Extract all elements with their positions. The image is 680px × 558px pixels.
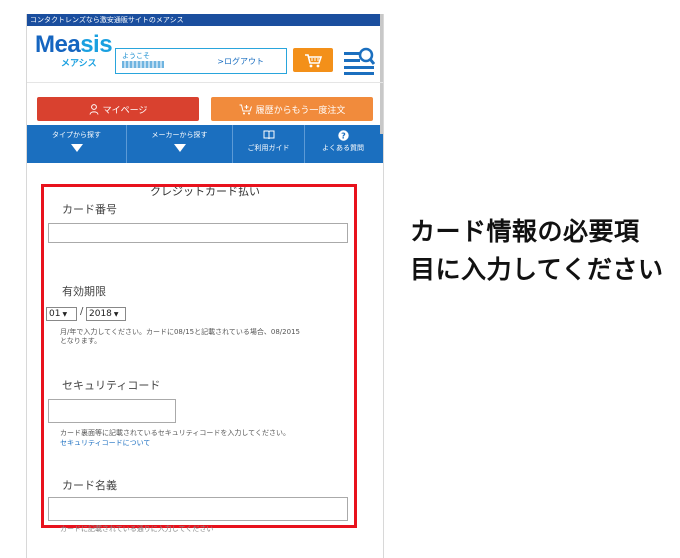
expiry-month-select[interactable]: 01 ▼ xyxy=(46,307,77,321)
nav-type-search[interactable]: タイプから探す xyxy=(27,125,127,163)
person-icon xyxy=(89,103,99,115)
triangle-down-icon xyxy=(173,144,186,152)
expiry-separator: / xyxy=(80,306,84,317)
category-nav: タイプから探す メーカーから探す ご利用ガイド ? よくある質問 xyxy=(27,125,383,163)
card-number-input[interactable] xyxy=(48,223,348,243)
top-banner: コンタクトレンズなら激安通販サイトのメアシス xyxy=(27,14,383,26)
logo-text: Mea xyxy=(35,31,81,58)
expiry-note-line2: となります。 xyxy=(60,337,102,345)
nav-maker-label: メーカーから探す xyxy=(151,131,208,139)
username-redacted xyxy=(122,61,164,68)
mypage-label: マイページ xyxy=(102,105,148,116)
security-code-input[interactable] xyxy=(48,399,176,423)
svg-text:?: ? xyxy=(341,132,346,141)
annotation-line-1: カード情報の必要項 xyxy=(410,218,640,246)
logout-link[interactable]: >ログアウト xyxy=(217,56,264,67)
site-header: Measis メアシス ようこそ >ログアウト xyxy=(27,26,383,83)
expiry-year-select[interactable]: 2018 ▼ xyxy=(86,307,126,321)
welcome-label: ようこそ xyxy=(122,52,150,60)
credit-card-form: カード番号 有効期限 01 ▼ / 2018 ▼ 月/年で入力してください。カードに… xyxy=(41,184,357,533)
welcome-box: ようこそ >ログアウト xyxy=(115,48,287,74)
expiry-note-line1: 月/年で入力してください。カードに08/15と記載されている場合、08/2015 xyxy=(60,328,300,336)
security-code-help-link[interactable]: セキュリティコードについて xyxy=(60,438,150,448)
triangle-down-icon xyxy=(70,144,83,152)
cart-icon xyxy=(305,53,322,67)
nav-faq-label: よくある質問 xyxy=(322,144,364,152)
dropdown-arrow-icon: ▼ xyxy=(113,311,119,318)
expiry-month-value: 01 xyxy=(49,309,61,319)
question-icon: ? xyxy=(337,130,349,141)
card-number-label: カード番号 xyxy=(62,203,117,216)
card-holder-note: カードに記載されている通りに入力してください xyxy=(60,525,214,533)
menu-search-button[interactable] xyxy=(343,46,376,76)
card-holder-label: カード名義 xyxy=(62,479,117,492)
security-code-note: カード裏面等に記載されているセキュリティコードを入力してください。 xyxy=(60,429,290,437)
nav-faq[interactable]: ? よくある質問 xyxy=(305,125,381,163)
expiry-year-value: 2018 xyxy=(89,309,112,319)
cart-plus-icon xyxy=(239,104,252,114)
reorder-button[interactable]: 履歴からもう一度注文 xyxy=(211,97,373,121)
action-buttons: マイページ 履歴からもう一度注文 xyxy=(27,83,383,121)
mypage-button[interactable]: マイページ xyxy=(37,97,199,121)
reorder-label: 履歴からもう一度注文 xyxy=(255,105,346,116)
book-icon xyxy=(263,130,274,140)
nav-type-label: タイプから探す xyxy=(52,131,101,139)
site-logo[interactable]: Measis メアシス xyxy=(35,31,113,70)
nav-guide-label: ご利用ガイド xyxy=(247,144,290,152)
dropdown-arrow-icon: ▼ xyxy=(62,311,68,318)
security-code-label: セキュリティコード xyxy=(62,379,161,392)
expiry-label: 有効期限 xyxy=(62,285,106,298)
menu-search-icon xyxy=(344,47,376,75)
mobile-page: コンタクトレンズなら激安通販サイトのメアシス Measis メアシス ようこそ … xyxy=(26,14,384,558)
nav-guide[interactable]: ご利用ガイド xyxy=(233,125,305,163)
logo-text-tail: sis xyxy=(80,31,113,58)
annotation-line-2: 目に入力してください xyxy=(410,256,664,284)
nav-maker-search[interactable]: メーカーから探す xyxy=(127,125,233,163)
cart-button[interactable] xyxy=(293,48,333,72)
card-holder-input[interactable] xyxy=(48,497,348,521)
